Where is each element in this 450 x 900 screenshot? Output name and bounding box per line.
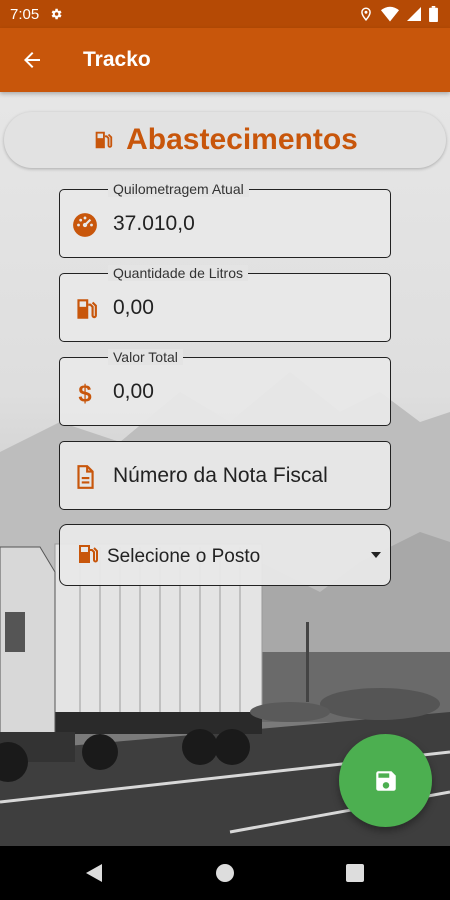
total-value-label: Valor Total (108, 349, 183, 365)
nav-home-icon[interactable] (216, 864, 234, 882)
save-button[interactable] (339, 734, 432, 827)
back-arrow-icon[interactable] (20, 48, 44, 72)
location-icon (361, 7, 371, 21)
nav-back-icon[interactable] (86, 864, 104, 882)
total-value-field[interactable]: Valor Total $ 0,00 (59, 349, 391, 426)
app-title: Tracko (83, 48, 151, 71)
total-value: 0,00 (113, 380, 154, 403)
liters-value: 0,00 (113, 296, 154, 319)
status-bar: 7:05 (0, 0, 450, 28)
fuel-pump-icon (77, 299, 97, 319)
odometer-label: Quilometragem Atual (108, 181, 249, 197)
liters-label: Quantidade de Litros (108, 265, 248, 281)
battery-icon (429, 6, 438, 22)
odometer-value: 37.010,0 (113, 212, 195, 235)
invoice-number-placeholder: Número da Nota Fiscal (113, 464, 328, 487)
system-nav-bar (0, 846, 450, 900)
signal-icon (407, 7, 421, 21)
document-icon (77, 465, 94, 489)
save-icon (375, 770, 396, 791)
nav-recents-icon[interactable] (346, 864, 364, 882)
station-select-value: Selecione o Posto (107, 546, 261, 567)
section-header: Abastecimentos (4, 112, 446, 168)
section-title: Abastecimentos (126, 123, 358, 156)
gear-icon (51, 8, 62, 20)
wifi-icon (381, 6, 399, 22)
status-time: 7:05 (10, 5, 40, 23)
odometer-field[interactable]: Quilometragem Atual 37.010,0 (59, 181, 391, 258)
speedometer-icon (73, 213, 97, 237)
liters-field[interactable]: Quantidade de Litros 0,00 (59, 265, 391, 342)
svg-text:$: $ (78, 381, 91, 406)
invoice-number-field[interactable]: Número da Nota Fiscal (59, 441, 391, 510)
station-select[interactable]: Selecione o Posto (59, 524, 391, 586)
fuel-pump-icon (95, 131, 113, 149)
app-bar: Tracko (0, 28, 450, 92)
fuel-pump-icon (79, 545, 98, 563)
dropdown-caret-icon (371, 552, 381, 558)
dollar-icon: $ (78, 381, 91, 406)
